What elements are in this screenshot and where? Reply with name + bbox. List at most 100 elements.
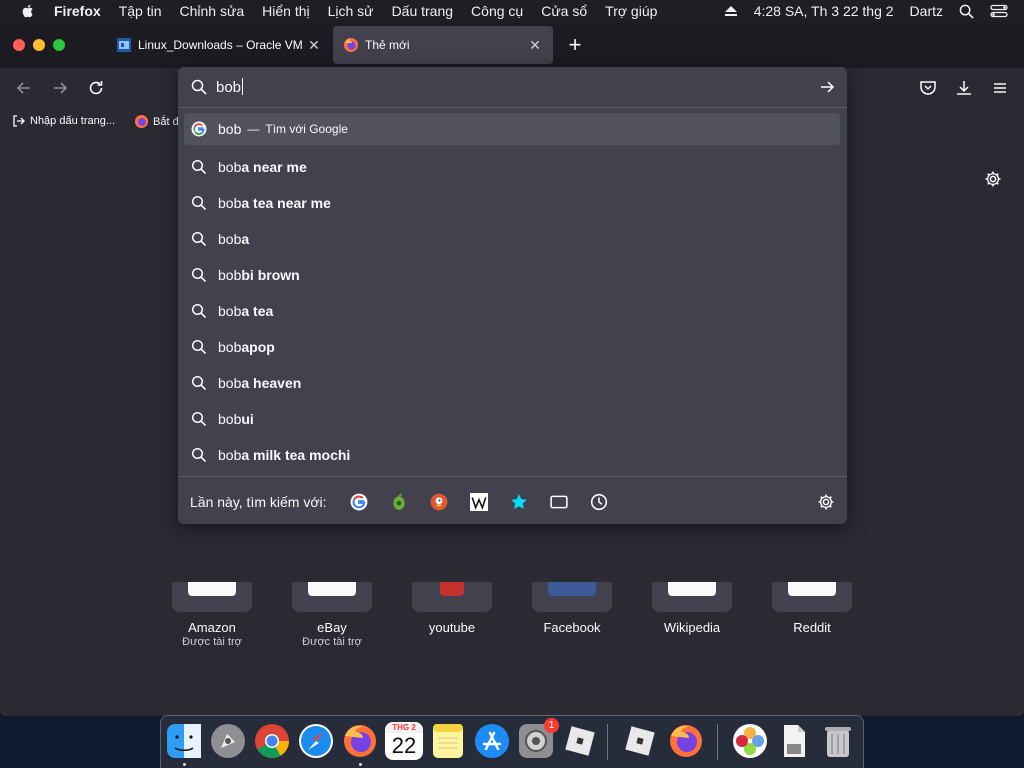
document-icon[interactable]: [775, 722, 813, 760]
new-tab-button[interactable]: +: [565, 34, 585, 56]
topsite-label: Wikipedia: [663, 620, 721, 635]
menu-bookmarks[interactable]: Dấu trang: [392, 3, 453, 19]
menu-edit[interactable]: Chỉnh sửa: [180, 3, 245, 19]
suggestion-typed: bob: [218, 411, 242, 427]
calendar-icon[interactable]: THG 2 22: [385, 722, 423, 760]
suggestion-completion: a: [241, 231, 250, 247]
safari-icon[interactable]: [297, 722, 335, 760]
chrome-icon[interactable]: [253, 722, 291, 760]
app-store-icon[interactable]: [473, 722, 511, 760]
tabs-icon[interactable]: [550, 493, 568, 511]
running-indicator: [359, 763, 362, 766]
search-icon: [191, 159, 207, 175]
suggestion-completion: a tea near me: [241, 195, 331, 211]
result-separator: —: [247, 122, 260, 136]
roblox-icon[interactable]: [621, 722, 659, 760]
menu-app-firefox[interactable]: Firefox: [54, 3, 101, 19]
suggestion-item[interactable]: bob bi brown: [184, 257, 840, 293]
urlbar-results: bob — Tìm với Google bob a near me bob a t…: [184, 113, 840, 473]
search-icon: [191, 267, 207, 283]
menu-view[interactable]: Hiển thị: [262, 3, 309, 19]
history-clock-icon[interactable]: [590, 493, 608, 511]
one-off-label: Lần này, tìm kiếm với:: [190, 494, 327, 510]
control-center-icon[interactable]: [990, 4, 1008, 18]
search-settings-gear-icon[interactable]: [817, 493, 835, 511]
close-window-button[interactable]: [13, 39, 25, 51]
downloads-icon[interactable]: [954, 78, 974, 98]
menu-hamburger-icon[interactable]: [990, 78, 1010, 98]
coc-coc-engine-icon[interactable]: [390, 493, 408, 511]
reload-icon[interactable]: [86, 78, 106, 98]
wikipedia-engine-icon[interactable]: [470, 493, 488, 511]
system-preferences-icon[interactable]: 1: [517, 718, 559, 760]
suggestion-item[interactable]: bob a tea: [184, 293, 840, 329]
suggestion-typed: bob: [218, 267, 242, 283]
duckduckgo-engine-icon[interactable]: [430, 493, 448, 511]
apple-icon[interactable]: [20, 3, 36, 19]
suggestion-item[interactable]: bob ui: [184, 401, 840, 437]
spotlight-search-icon[interactable]: [959, 4, 974, 19]
tab-strip: Linux_Downloads – Oracle VM V ✕ Thẻ mới …: [0, 22, 1024, 68]
firefox-dock-icon[interactable]: [341, 722, 379, 760]
suggestion-typed: bob: [218, 159, 242, 175]
menu-history[interactable]: Lịch sử: [328, 3, 374, 19]
firefox-dock-icon[interactable]: [667, 722, 705, 760]
personalize-gear-icon[interactable]: [984, 170, 1002, 188]
photos-icon[interactable]: [731, 722, 769, 760]
menu-bar: Firefox Tập tin Chỉnh sửa Hiển thị Lịch …: [0, 0, 1024, 22]
suggestion-item[interactable]: bob a milk tea mochi: [184, 437, 840, 473]
forward-arrow-icon[interactable]: [50, 78, 70, 98]
tab-linux-downloads[interactable]: Linux_Downloads – Oracle VM V ✕: [106, 26, 332, 64]
suggestion-item[interactable]: bob a near me: [184, 149, 840, 185]
topsite-tile: [652, 582, 732, 612]
suggestion-completion: a milk tea mochi: [241, 447, 351, 463]
menubar-clock[interactable]: 4:28 SA, Th 3 22 thg 2: [754, 3, 894, 19]
tab-close-button[interactable]: ✕: [527, 37, 543, 53]
back-arrow-icon[interactable]: [14, 78, 34, 98]
suggestion-item[interactable]: bob apop: [184, 329, 840, 365]
go-arrow-icon[interactable]: [819, 79, 835, 95]
topsite-tile: [292, 582, 372, 612]
suggestion-typed: bob: [218, 375, 242, 391]
tab-new-tab[interactable]: Thẻ mới ✕: [333, 26, 553, 64]
finder-icon[interactable]: [165, 722, 203, 760]
topsite-sponsored-label: Được tài trợ: [302, 636, 362, 648]
menu-file[interactable]: Tập tin: [119, 3, 162, 19]
suggestion-item[interactable]: bob a tea near me: [184, 185, 840, 221]
urlbar-popup: bob bob — Tìm với Google bob a near me bo…: [178, 67, 847, 524]
roblox-studio-icon[interactable]: [561, 722, 599, 760]
minimize-window-button[interactable]: [33, 39, 45, 51]
suggestion-completion: ui: [241, 411, 254, 427]
tab-title: Thẻ mới: [365, 38, 410, 52]
menubar-user[interactable]: Dartz: [910, 3, 943, 19]
bookmark-label: Bắt đ: [153, 115, 179, 128]
menu-help[interactable]: Trợ giúp: [605, 3, 657, 19]
virtualbox-icon: [117, 38, 131, 52]
topsite-label: eBay: [317, 620, 347, 635]
bookmarks-star-icon[interactable]: [510, 493, 528, 511]
firefox-window: Linux_Downloads – Oracle VM V ✕ Thẻ mới …: [0, 22, 1024, 716]
calendar-month: THG 2: [385, 722, 423, 733]
trash-icon[interactable]: [819, 722, 857, 760]
search-icon: [191, 195, 207, 211]
import-bookmarks-button[interactable]: Nhập dấu trang...: [12, 114, 115, 128]
suggestion-item[interactable]: bob a: [184, 221, 840, 257]
result-search-google[interactable]: bob — Tìm với Google: [184, 113, 840, 145]
launchpad-icon[interactable]: [209, 722, 247, 760]
zoom-window-button[interactable]: [53, 39, 65, 51]
pocket-icon[interactable]: [918, 78, 938, 98]
urlbar-input-row[interactable]: bob: [178, 67, 847, 108]
bookmark-getting-started[interactable]: Bắt đ: [134, 114, 179, 129]
suggestion-item[interactable]: bob a heaven: [184, 365, 840, 401]
google-engine-icon[interactable]: [350, 493, 368, 511]
notification-badge: 1: [544, 718, 559, 733]
topsite-sponsored-label: Được tài trợ: [182, 636, 242, 648]
menu-tools[interactable]: Công cụ: [471, 3, 523, 19]
tab-close-button[interactable]: ✕: [306, 37, 322, 53]
urlbar-input[interactable]: bob: [216, 78, 244, 96]
menu-window[interactable]: Cửa sổ: [541, 3, 587, 19]
suggestion-completion: a near me: [241, 159, 307, 175]
notes-icon[interactable]: [429, 722, 467, 760]
eject-icon[interactable]: [724, 5, 738, 17]
dock-separator: [717, 724, 718, 760]
